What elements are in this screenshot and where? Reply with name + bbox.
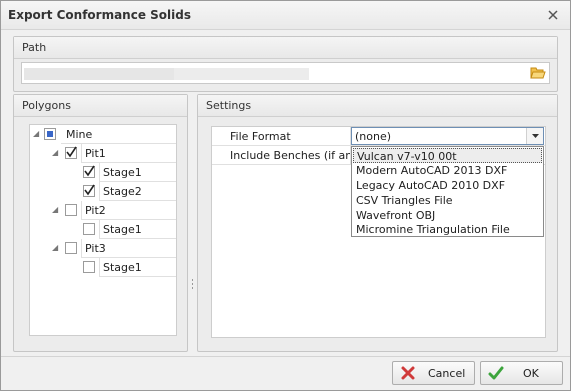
cancel-icon	[400, 365, 416, 384]
file-format-options-list[interactable]: Vulcan v7-v10 00t Modern AutoCAD 2013 DX…	[351, 146, 544, 237]
property-name-file-format: File Format	[230, 130, 291, 143]
file-format-dropdown[interactable]: (none)	[351, 127, 544, 145]
tree-label-pit1: Pit1	[85, 147, 106, 160]
polygon-tree[interactable]: ◢ Mine ◢ Pit1 Stage1 Stage2 ◢ Pit2 Stage…	[29, 124, 177, 336]
collapse-caret-icon[interactable]: ◢	[52, 243, 58, 252]
tree-label-pit2-stage1: Stage1	[103, 223, 142, 236]
checkbox-pit2[interactable]	[65, 204, 77, 216]
tree-label-pit2: Pit2	[85, 204, 106, 217]
collapse-caret-icon[interactable]: ◢	[33, 129, 39, 138]
tree-row-pit1[interactable]: ◢ Pit1	[52, 144, 176, 163]
checkbox-stage2[interactable]	[83, 184, 95, 197]
path-group-header: Path	[14, 37, 557, 59]
cancel-label: Cancel	[428, 367, 466, 380]
tree-label-pit3-stage1: Stage1	[103, 261, 142, 274]
path-group-label: Path	[22, 41, 47, 54]
settings-group-label: Settings	[206, 99, 252, 112]
footer-divider	[1, 356, 570, 357]
tree-row-pit3[interactable]: ◢ Pit3	[52, 239, 176, 258]
option-micromine-triangulation[interactable]: Micromine Triangulation File	[353, 222, 542, 237]
checkbox-stage1[interactable]	[83, 165, 95, 178]
window-title: Export Conformance Solids	[8, 8, 191, 22]
title-bar: Export Conformance Solids	[1, 1, 570, 30]
tree-label-pit3: Pit3	[85, 242, 106, 255]
tree-label-mine: Mine	[66, 128, 93, 141]
option-wavefront-obj[interactable]: Wavefront OBJ	[353, 208, 542, 223]
tree-row-pit3-stage1[interactable]: Stage1	[83, 258, 176, 277]
close-icon[interactable]	[544, 6, 562, 24]
checkbox-mine[interactable]	[44, 128, 56, 140]
polygons-group-label: Polygons	[22, 99, 71, 112]
dropdown-button[interactable]	[526, 128, 543, 144]
ok-label: OK	[523, 367, 539, 380]
cancel-button[interactable]: Cancel	[392, 361, 475, 385]
tree-row-pit2[interactable]: ◢ Pit2	[52, 201, 176, 220]
chevron-down-icon	[532, 134, 539, 138]
option-csv-triangles[interactable]: CSV Triangles File	[353, 193, 542, 208]
checkmark-icon	[488, 365, 504, 384]
polygons-group-header: Polygons	[14, 95, 187, 117]
option-modern-autocad-dxf[interactable]: Modern AutoCAD 2013 DXF	[353, 163, 542, 178]
path-blurred-text	[24, 68, 174, 80]
checkbox-pit3-stage1[interactable]	[83, 261, 95, 273]
tree-row-stage1[interactable]: Stage1	[83, 163, 176, 182]
tree-row-pit2-stage1[interactable]: Stage1	[83, 220, 176, 239]
checkbox-pit3[interactable]	[65, 242, 77, 254]
tree-row-mine[interactable]: ◢ Mine	[33, 125, 176, 144]
folder-open-icon[interactable]	[530, 66, 546, 83]
path-blurred-text-2	[174, 68, 309, 80]
option-legacy-autocad-dxf[interactable]: Legacy AutoCAD 2010 DXF	[353, 178, 542, 193]
collapse-caret-icon[interactable]: ◢	[52, 205, 58, 214]
checkbox-pit2-stage1[interactable]	[83, 223, 95, 235]
file-format-value: (none)	[355, 130, 392, 143]
settings-group-header: Settings	[198, 95, 557, 117]
tree-label-stage2: Stage2	[103, 185, 142, 198]
property-name-include-benches: Include Benches (if any)	[230, 149, 364, 162]
path-input[interactable]	[21, 62, 550, 84]
tree-label-stage1: Stage1	[103, 166, 142, 179]
checkbox-pit1[interactable]	[65, 146, 77, 159]
dialog-window: Export Conformance Solids Path Polygons	[0, 0, 571, 391]
option-vulcan[interactable]: Vulcan v7-v10 00t	[353, 148, 542, 163]
collapse-caret-icon[interactable]: ◢	[52, 148, 58, 157]
panel-splitter[interactable]	[191, 279, 194, 291]
ok-button[interactable]: OK	[480, 361, 563, 385]
tree-row-stage2[interactable]: Stage2	[83, 182, 176, 201]
